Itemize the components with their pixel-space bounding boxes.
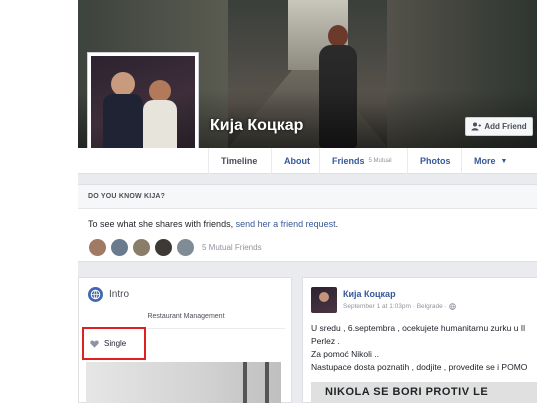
mutual-friends-row[interactable]: 5 Mutual Friends <box>88 238 262 257</box>
globe-icon <box>448 303 456 310</box>
mutual-friend-avatar[interactable] <box>176 238 195 257</box>
post-author-avatar[interactable] <box>311 287 337 313</box>
tab-label: Friends <box>332 156 365 166</box>
chevron-down-icon: ▼ <box>500 157 508 165</box>
add-friend-label: Add Friend <box>484 122 527 131</box>
friends-mutual-count: 5 Mutual <box>368 158 392 164</box>
tab-more[interactable]: More ▼ <box>461 148 519 174</box>
intro-workplace: Restaurant Management <box>147 313 225 320</box>
add-friend-button[interactable]: Add Friend <box>465 117 533 136</box>
post-image-text: NIKOLA SE BORI PROTIV LE <box>325 386 489 398</box>
post-author-name[interactable]: Кија Коцкар <box>343 289 396 299</box>
message-suffix: . <box>335 219 339 229</box>
post-line: Perlez . <box>311 336 340 346</box>
left-margin <box>0 0 78 403</box>
tab-label: More <box>474 156 496 166</box>
post-line: U sredu , 6.septembra , ocekujete humani… <box>311 323 526 333</box>
post-image[interactable]: NIKOLA SE BORI PROTIV LE <box>311 382 537 403</box>
intro-title: Intro <box>109 289 130 300</box>
tab-label: About <box>284 156 310 166</box>
send-friend-request-link[interactable]: send her a friend request <box>236 219 336 229</box>
intro-header: Intro <box>88 287 129 302</box>
heart-icon <box>90 340 99 348</box>
post-meta: September 1 at 1:03pm · Belgrade · <box>343 303 456 310</box>
post-line: Za pomoć Nikoli .. <box>311 349 380 359</box>
intro-featured-photo[interactable] <box>86 362 281 403</box>
add-friend-icon <box>471 122 482 131</box>
post-body: U sredu , 6.septembra , ocekujete humani… <box>311 322 537 374</box>
do-you-know-header: DO YOU KNOW KIJA? <box>78 185 537 209</box>
do-you-know-card: DO YOU KNOW KIJA? To see what she shares… <box>78 184 537 262</box>
tab-timeline[interactable]: Timeline <box>208 148 269 174</box>
message-prefix: To see what she shares with friends, <box>88 219 236 229</box>
mutual-friend-avatar[interactable] <box>132 238 151 257</box>
profile-tab-bar: Timeline About Friends 5 Mutual Photos Mo… <box>78 148 537 174</box>
globe-icon <box>88 287 103 302</box>
post-line: Nastupace dosta poznatih , dodjite , pro… <box>311 362 528 372</box>
mutual-friend-avatar[interactable] <box>110 238 129 257</box>
friend-request-message: To see what she shares with friends, sen… <box>78 209 537 229</box>
tab-label: Timeline <box>221 156 258 166</box>
tab-friends[interactable]: Friends 5 Mutual <box>319 148 404 174</box>
tab-about[interactable]: About <box>271 148 322 174</box>
profile-name[interactable]: Кија Коцкар <box>210 117 303 135</box>
timeline-post: Кија Коцкар September 1 at 1:03pm · Belg… <box>302 277 537 403</box>
mutual-friend-avatar[interactable] <box>88 238 107 257</box>
facebook-profile-page: Кија Коцкар Add Friend Timeline About Fr… <box>0 0 537 403</box>
mutual-friend-avatar[interactable] <box>154 238 173 257</box>
relationship-status: Single <box>104 339 127 348</box>
tab-photos[interactable]: Photos <box>407 148 463 174</box>
tab-label: Photos <box>420 156 451 166</box>
post-timestamp-location[interactable]: September 1 at 1:03pm · Belgrade · <box>343 303 447 310</box>
relationship-status-highlight: Single <box>82 327 146 360</box>
mutual-friends-count[interactable]: 5 Mutual Friends <box>202 243 262 252</box>
